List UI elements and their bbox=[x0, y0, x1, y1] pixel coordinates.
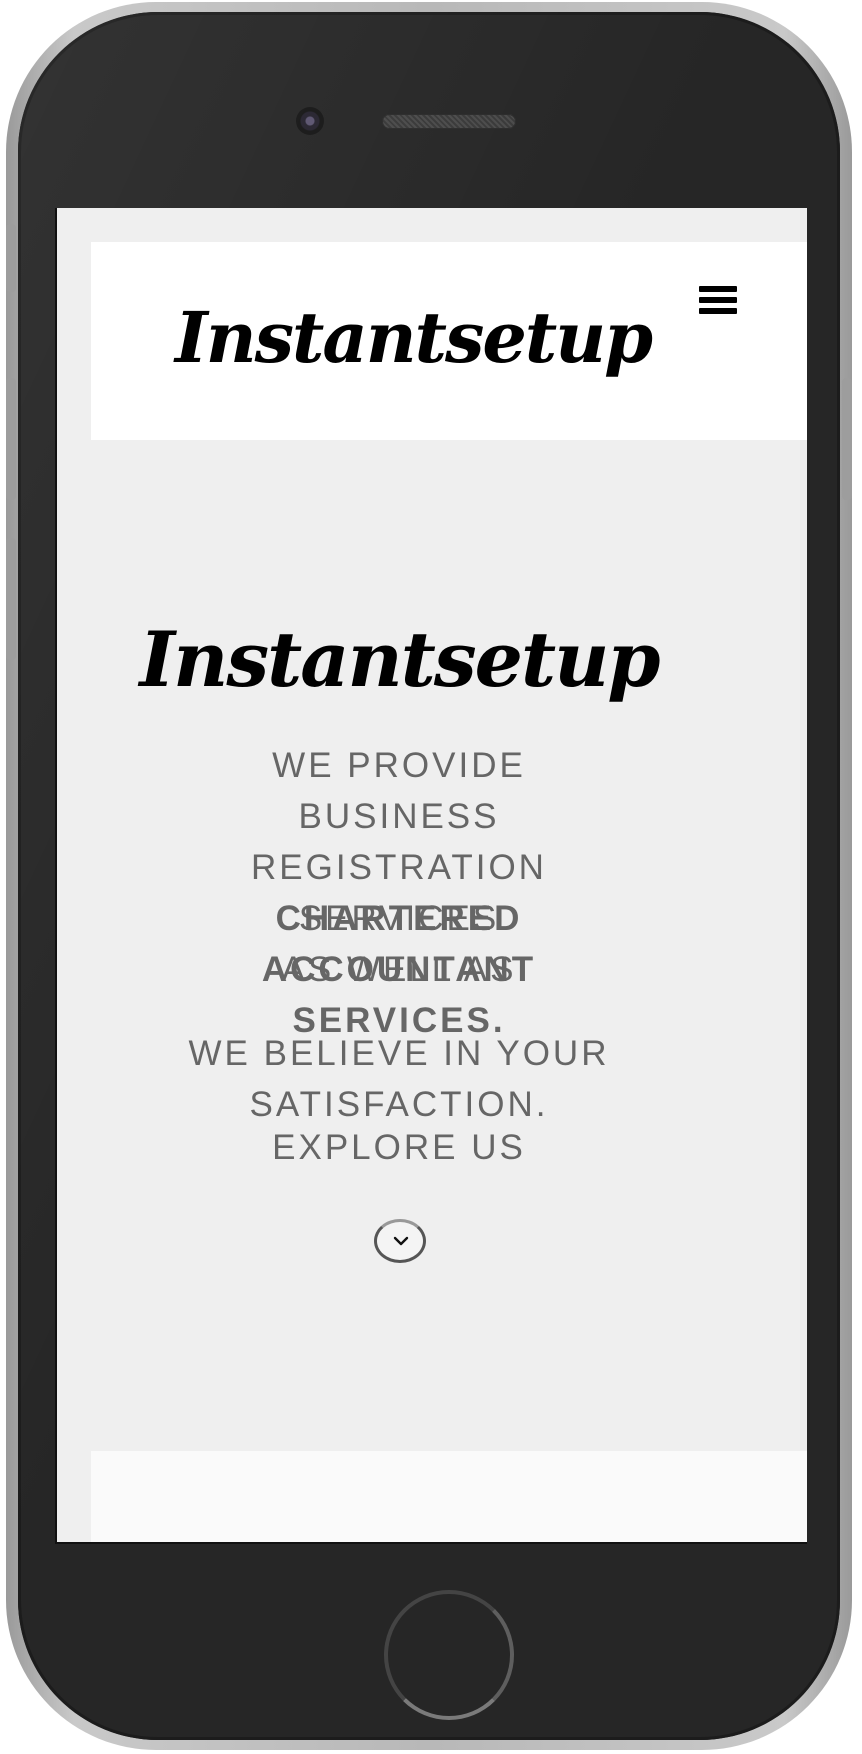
phone-screen: Instantsetup Instantsetup WE PROVIDE BUS… bbox=[55, 208, 807, 1544]
header-logo[interactable]: Instantsetup bbox=[175, 298, 653, 378]
scroll-down-button[interactable] bbox=[374, 1219, 426, 1263]
belief-line: SATISFACTION. bbox=[249, 1085, 549, 1124]
tagline-line: WE PROVIDE BUSINESS bbox=[272, 746, 526, 836]
hamburger-menu-icon[interactable] bbox=[699, 286, 737, 322]
menu-bar bbox=[699, 286, 737, 292]
belief-line: WE BELIEVE IN YOUR bbox=[188, 1034, 610, 1073]
home-button[interactable] bbox=[384, 1590, 514, 1720]
mute-switch bbox=[6, 224, 16, 292]
hero-logo: Instantsetup bbox=[139, 615, 661, 704]
hero-tagline-strong: CHARTERED ACCOUNTANT SERVICES. bbox=[151, 893, 647, 1046]
volume-down-button bbox=[6, 538, 16, 660]
front-camera bbox=[296, 107, 324, 135]
volume-up-button bbox=[6, 378, 16, 500]
menu-bar bbox=[699, 308, 737, 314]
hero-section: Instantsetup WE PROVIDE BUSINESS REGISTR… bbox=[91, 440, 807, 1460]
next-section bbox=[91, 1451, 807, 1542]
power-button bbox=[842, 378, 852, 500]
hero-belief-text: WE BELIEVE IN YOUR SATISFACTION. bbox=[171, 1028, 627, 1130]
site-header: Instantsetup bbox=[91, 242, 807, 440]
menu-bar bbox=[699, 297, 737, 303]
explore-us-link[interactable]: EXPLORE US bbox=[171, 1122, 627, 1173]
chevron-down-icon bbox=[393, 1236, 409, 1246]
tagline-strong-line: CHARTERED ACCOUNTANT bbox=[261, 899, 537, 989]
earpiece-speaker bbox=[382, 114, 516, 129]
